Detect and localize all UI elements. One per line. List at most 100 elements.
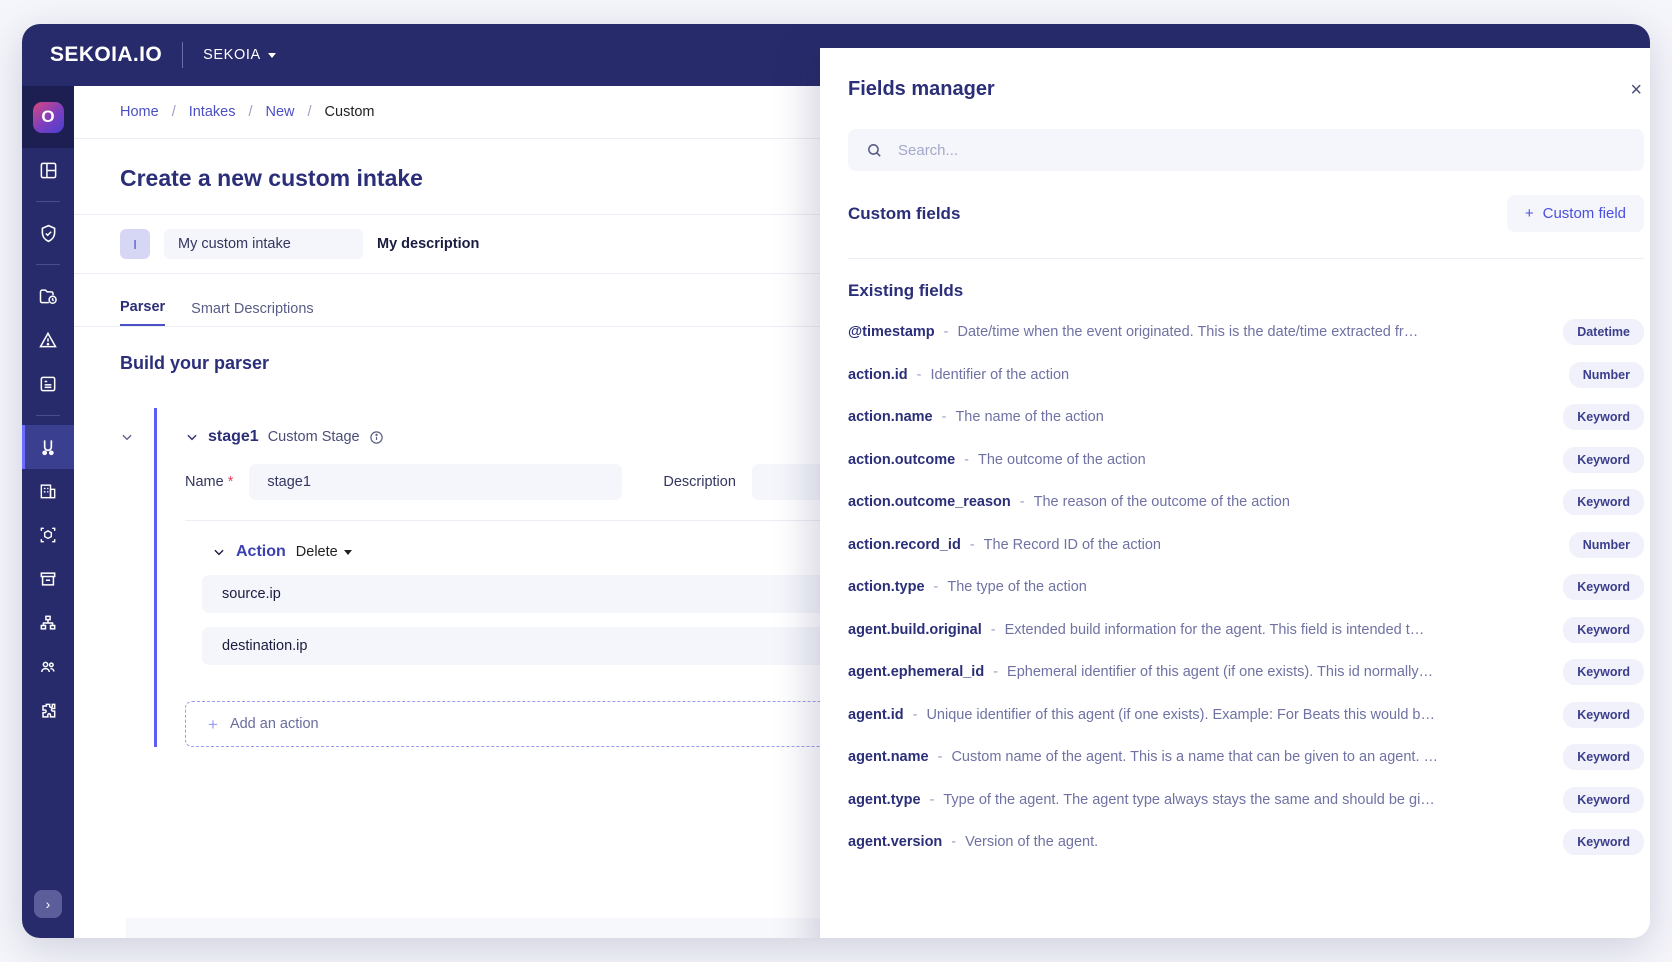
field-separator: - [944, 324, 949, 340]
field-type-badge: Keyword [1563, 787, 1644, 813]
sidebar-item-security[interactable] [22, 211, 74, 255]
search-input[interactable] [896, 141, 1600, 160]
breadcrumb-item-new[interactable]: New [266, 104, 295, 120]
sidebar-item-alerts[interactable] [22, 318, 74, 362]
field-separator: - [970, 537, 975, 553]
sidebar-item-reports[interactable] [22, 362, 74, 406]
existing-fields-title: Existing fields [820, 259, 1650, 301]
add-custom-field-button[interactable]: + Custom field [1507, 195, 1644, 232]
close-icon[interactable]: × [1630, 80, 1642, 100]
field-row[interactable]: @timestamp-Date/time when the event orig… [820, 311, 1650, 354]
stage-name-input[interactable]: stage1 [249, 464, 622, 500]
workspace-logo[interactable]: O [22, 86, 74, 148]
sidebar-item-intakes[interactable] [22, 425, 74, 469]
sidebar-item-users[interactable] [22, 645, 74, 689]
breadcrumb-separator: / [172, 104, 176, 120]
field-row[interactable]: agent.ephemeral_id-Ephemeral identifier … [820, 651, 1650, 694]
breadcrumb-item-home[interactable]: Home [120, 104, 159, 120]
tenant-selector[interactable]: SEKOIA [203, 47, 276, 63]
field-description: Ephemeral identifier of this agent (if o… [1007, 664, 1549, 680]
field-row[interactable]: agent.name-Custom name of the agent. Thi… [820, 736, 1650, 779]
field-type-badge: Keyword [1563, 404, 1644, 430]
sidebar-divider [36, 201, 60, 202]
field-row[interactable]: action.id-Identifier of the actionNumber [820, 354, 1650, 397]
tenant-label: SEKOIA [203, 47, 261, 63]
add-custom-field-label: Custom field [1543, 205, 1626, 222]
field-row[interactable]: agent.build.original-Extended build info… [820, 609, 1650, 652]
stage-name-field-label: Name * [185, 474, 233, 490]
field-description: Version of the agent. [965, 834, 1549, 850]
field-name: action.name [848, 409, 933, 425]
alert-triangle-icon [38, 330, 58, 350]
field-separator: - [930, 792, 935, 808]
field-description: The outcome of the action [978, 452, 1549, 468]
field-type-badge: Keyword [1563, 659, 1644, 685]
sidebar-expand-button[interactable]: › [34, 890, 62, 918]
field-row[interactable]: action.outcome-The outcome of the action… [820, 439, 1650, 482]
chevron-down-icon[interactable] [212, 545, 226, 559]
field-name: action.type [848, 579, 925, 595]
field-row[interactable]: action.name-The name of the action Keywor… [820, 396, 1650, 439]
field-separator: - [964, 452, 969, 468]
field-type-badge: Keyword [1563, 447, 1644, 473]
app-window: SEKOIA.IO SEKOIA O [22, 24, 1650, 938]
chevron-right-icon: › [46, 897, 51, 911]
breadcrumb-item-intakes[interactable]: Intakes [189, 104, 236, 120]
field-description: The name of the action [955, 409, 1549, 425]
folder-clock-icon [38, 286, 58, 306]
field-name: action.outcome_reason [848, 494, 1011, 510]
field-name: agent.version [848, 834, 942, 850]
field-separator: - [993, 664, 998, 680]
field-name: action.outcome [848, 452, 955, 468]
field-row[interactable]: action.record_id-The Record ID of the ac… [820, 524, 1650, 567]
info-icon[interactable] [369, 430, 384, 445]
sidebar-item-hierarchy[interactable] [22, 601, 74, 645]
field-description: Extended build information for the agent… [1005, 622, 1550, 638]
field-type-badge: Datetime [1563, 319, 1644, 345]
dashboard-icon [39, 161, 58, 180]
users-icon [38, 657, 58, 677]
field-separator: - [942, 409, 947, 425]
intake-name-field[interactable]: My custom intake [164, 229, 363, 259]
fields-search-box[interactable] [848, 129, 1644, 171]
field-description: Type of the agent. The agent type always… [943, 792, 1549, 808]
action-delete-label: Delete [296, 544, 338, 560]
field-row[interactable]: action.type-The type of the actionKeywor… [820, 566, 1650, 609]
action-delete-dropdown[interactable]: Delete [296, 544, 352, 560]
field-type-badge: Keyword [1563, 574, 1644, 600]
field-row[interactable]: action.outcome_reason-The reason of the … [820, 481, 1650, 524]
required-mark: * [228, 474, 234, 490]
sidebar-item-organizations[interactable] [22, 469, 74, 513]
brand-logo: SEKOIA.IO [50, 43, 162, 67]
add-action-label: Add an action [230, 716, 319, 732]
field-row[interactable]: agent.version-Version of the agent.Keywo… [820, 821, 1650, 864]
field-row[interactable]: agent.id-Unique identifier of this agent… [820, 694, 1650, 737]
sidebar-item-dashboard[interactable] [22, 148, 74, 192]
custom-fields-title: Custom fields [848, 204, 960, 224]
sidebar-item-archive[interactable] [22, 557, 74, 601]
field-row[interactable]: agent.type-Type of the agent. The agent … [820, 779, 1650, 822]
sidebar-divider [36, 415, 60, 416]
tab-smart-descriptions[interactable]: Smart Descriptions [191, 301, 313, 326]
sidebar-item-cases[interactable] [22, 274, 74, 318]
field-description: Date/time when the event originated. Thi… [958, 324, 1550, 340]
intakes-icon [38, 437, 58, 457]
field-name: action.id [848, 367, 908, 383]
fields-manager-header: Fields manager × [820, 48, 1650, 101]
field-type-badge: Keyword [1563, 829, 1644, 855]
fields-manager-panel: Fields manager × Custom fields + Custom … [820, 48, 1650, 938]
field-name: agent.build.original [848, 622, 982, 638]
breadcrumb-item-custom: Custom [325, 104, 375, 120]
breadcrumb-separator: / [308, 104, 312, 120]
chevron-down-icon[interactable] [185, 430, 199, 444]
search-icon [866, 142, 883, 159]
sidebar-divider [36, 264, 60, 265]
building-icon [38, 481, 58, 501]
stage-collapse-toggle[interactable] [120, 408, 154, 747]
tab-parser[interactable]: Parser [120, 299, 165, 326]
field-name: agent.ephemeral_id [848, 664, 984, 680]
sidebar-item-integrations[interactable] [22, 689, 74, 733]
field-description: Unique identifier of this agent (if one … [926, 707, 1549, 723]
stage-kind-label: Custom Stage [268, 429, 360, 445]
sidebar-item-assets[interactable] [22, 513, 74, 557]
